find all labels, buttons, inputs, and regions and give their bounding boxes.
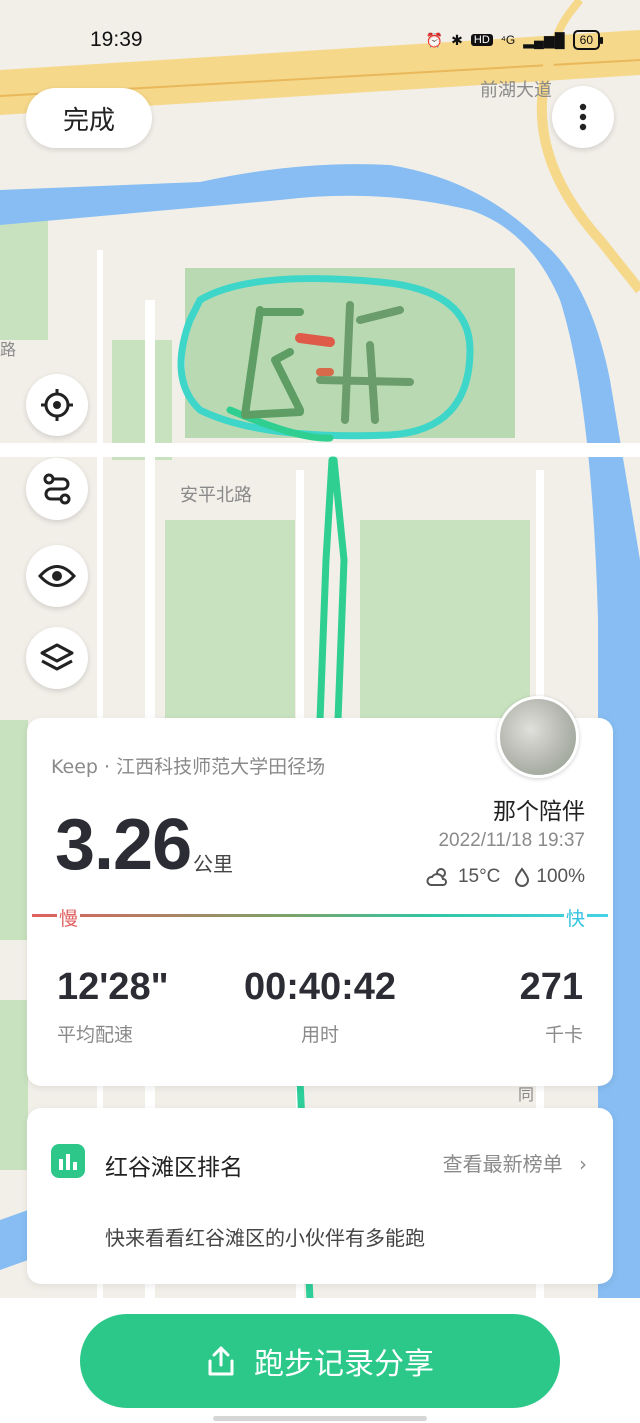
- duration-label: 用时: [300, 1024, 339, 1046]
- pace-fast-label: 快: [563, 904, 587, 931]
- view-ranking-label: 查看最新榜单: [442, 1152, 563, 1176]
- signal-icon: ▂▄▆█: [523, 31, 565, 48]
- network-label: ⁴G: [500, 33, 516, 47]
- bar-chart-icon: [51, 1144, 85, 1178]
- alarm-icon: ⏰: [425, 31, 444, 48]
- map-road-label: 安平北路: [180, 485, 252, 506]
- bottom-bar: 跑步记录分享: [0, 1298, 640, 1423]
- layers-button[interactable]: [26, 627, 88, 689]
- ranking-description: 快来看看红谷滩区的小伙伴有多能跑: [105, 1226, 425, 1250]
- map-park-area: [360, 520, 530, 720]
- avatar[interactable]: [497, 696, 579, 778]
- distance-unit: 公里: [193, 852, 233, 876]
- map-road-label: 同: [518, 1085, 534, 1104]
- share-run-label: 跑步记录分享: [254, 1347, 434, 1382]
- status-bar: 19:39 ⏰ ✱ HD ⁴G ▂▄▆█ 60: [0, 26, 640, 56]
- map-road-label: 前湖大道: [480, 80, 552, 101]
- pace-slow-label: 慢: [57, 904, 81, 931]
- layers-icon: [40, 643, 74, 671]
- locate-icon: [41, 389, 73, 421]
- pace-gradient-bar: [32, 914, 608, 917]
- weather-info: 15°C 100%: [426, 866, 585, 888]
- chevron-right-icon: ›: [579, 1152, 587, 1176]
- humidity: 100%: [536, 866, 585, 887]
- map-view[interactable]: 前湖大道 安平北路 路 同: [0, 0, 640, 1300]
- eye-icon: [38, 565, 76, 587]
- route-button[interactable]: [26, 458, 88, 520]
- bluetooth-icon: ✱: [451, 31, 463, 48]
- share-icon: [208, 1346, 234, 1376]
- ranking-title: 红谷滩区排名: [105, 1155, 243, 1181]
- status-time: 19:39: [90, 28, 143, 51]
- view-ranking-link[interactable]: 查看最新榜单 ›: [443, 1148, 587, 1177]
- run-datetime: 2022/11/18 19:37: [438, 830, 585, 851]
- share-run-button[interactable]: 跑步记录分享: [80, 1314, 560, 1408]
- calories-value: 271: [519, 966, 583, 1008]
- ranking-card[interactable]: 红谷滩区排名 查看最新榜单 › 快来看看红谷滩区的小伙伴有多能跑: [27, 1108, 613, 1284]
- map-river: [0, 1210, 28, 1270]
- calories-label: 千卡: [544, 1024, 583, 1046]
- map-park-area: [112, 340, 172, 460]
- humidity-icon: [515, 867, 530, 887]
- map-park-area: [0, 1000, 28, 1170]
- route-icon: [43, 473, 71, 505]
- run-summary-card: Keep · 江西科技师范大学田径场 3.26 公里 那个陪伴 2022/11/…: [27, 696, 613, 1086]
- battery-icon: 60: [572, 30, 604, 50]
- visibility-button[interactable]: [26, 545, 88, 607]
- map-park-area: [165, 520, 295, 720]
- home-indicator[interactable]: [213, 1416, 427, 1421]
- run-location: Keep · 江西科技师范大学田径场: [51, 756, 326, 778]
- hd-badge: HD: [470, 34, 493, 46]
- temperature: 15°C: [457, 866, 501, 887]
- more-button[interactable]: [552, 86, 614, 148]
- partly-cloudy-icon: [426, 868, 447, 886]
- done-button[interactable]: 完成: [26, 88, 152, 148]
- status-icons: ⏰ ✱ HD ⁴G ▂▄▆█ 60: [425, 30, 604, 50]
- distance-value: 3.26: [55, 805, 192, 885]
- map-road-label: 路: [0, 340, 16, 359]
- map-park-area: [0, 720, 28, 940]
- more-vertical-icon: [579, 103, 587, 131]
- username: 那个陪伴: [493, 799, 585, 825]
- locate-button[interactable]: [26, 374, 88, 436]
